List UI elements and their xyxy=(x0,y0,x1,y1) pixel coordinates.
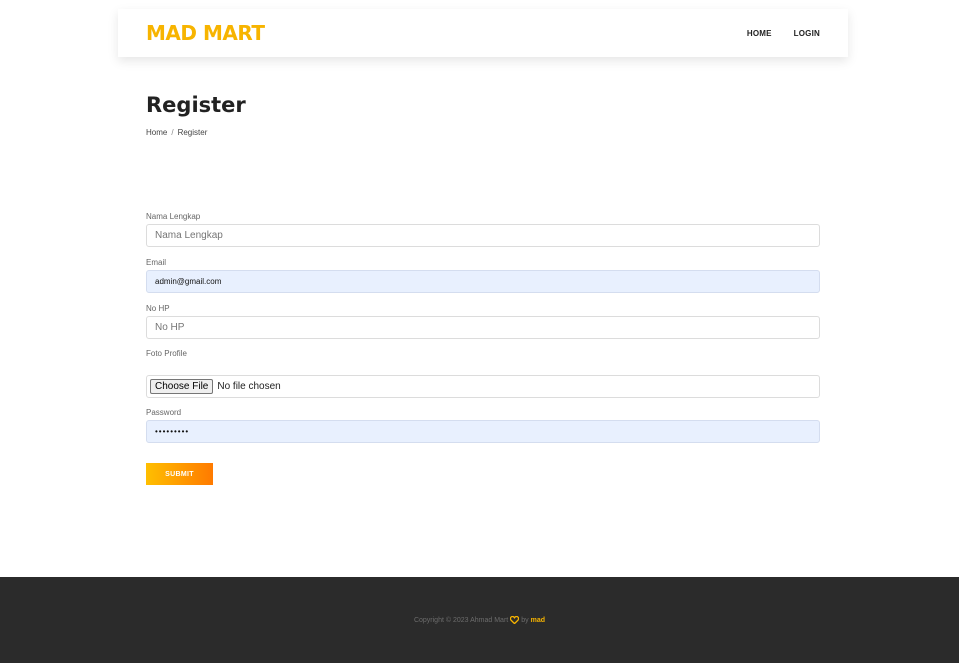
heart-icon xyxy=(510,615,520,625)
full-name-label: Nama Lengkap xyxy=(146,212,201,221)
navbar: MAD MART HOME LOGIN xyxy=(118,9,848,57)
brand-logo[interactable]: MAD MART xyxy=(146,21,265,45)
file-status: No file chosen xyxy=(217,381,281,392)
full-name-field[interactable] xyxy=(146,224,820,247)
photo-label: Foto Profile xyxy=(146,349,187,358)
phone-label: No HP xyxy=(146,304,170,313)
nav-home-link[interactable]: HOME xyxy=(747,29,772,38)
password-field[interactable]: ••••••••• xyxy=(146,420,820,443)
breadcrumb-separator: / xyxy=(171,128,174,137)
email-field[interactable] xyxy=(146,270,820,293)
phone-field[interactable] xyxy=(146,316,820,339)
email-label: Email xyxy=(146,258,167,267)
breadcrumb: Home / Register xyxy=(146,128,207,137)
register-form: Nama Lengkap Email No HP Foto Profile Ch… xyxy=(146,212,820,443)
nav-login-link[interactable]: LOGIN xyxy=(794,29,820,38)
breadcrumb-home-link[interactable]: Home xyxy=(146,128,167,137)
photo-file-input[interactable]: Choose File No file chosen xyxy=(146,375,820,398)
copyright-text: Copyright © 2023 Ahmad Mart xyxy=(413,616,509,624)
footer: Copyright © 2023 Ahmad Mart by mad xyxy=(0,577,959,663)
breadcrumb-current: Register xyxy=(177,128,208,137)
submit-button[interactable]: SUBMIT xyxy=(146,463,213,485)
footer-copyright: Copyright © 2023 Ahmad Mart by mad xyxy=(413,615,545,625)
by-text: by xyxy=(521,616,529,624)
password-label: Password xyxy=(146,408,182,417)
nav-links: HOME LOGIN xyxy=(747,29,820,38)
page-title: Register xyxy=(146,93,246,117)
author-link[interactable]: mad xyxy=(531,617,545,624)
choose-file-button[interactable]: Choose File xyxy=(150,379,214,394)
